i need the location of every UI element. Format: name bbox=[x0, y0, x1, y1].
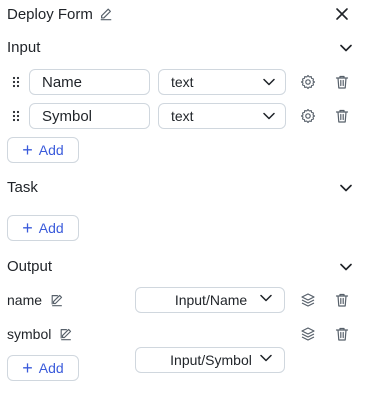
add-label: Add bbox=[38, 360, 64, 376]
input-collapse-chevron-down-icon[interactable] bbox=[338, 40, 354, 56]
settings-gear-icon[interactable] bbox=[299, 107, 317, 125]
form-title: Deploy Form bbox=[7, 5, 113, 23]
edit-icon[interactable] bbox=[50, 293, 64, 307]
form-title-text: Deploy Form bbox=[7, 5, 93, 23]
output-collapse-chevron-down-icon[interactable] bbox=[338, 259, 354, 275]
add-label: Add bbox=[38, 220, 64, 236]
edit-title-icon[interactable] bbox=[99, 7, 113, 21]
chevron-down-icon bbox=[260, 294, 272, 302]
input-name-field[interactable]: Name bbox=[29, 69, 150, 95]
output-label: symbol bbox=[7, 325, 73, 343]
trash-icon[interactable] bbox=[333, 325, 351, 343]
layers-icon[interactable] bbox=[299, 325, 317, 343]
input-type-value: text bbox=[171, 74, 194, 90]
trash-icon[interactable] bbox=[333, 291, 351, 309]
output-add-button[interactable]: + Add bbox=[7, 355, 79, 381]
output-source-select[interactable]: Input/Symbol bbox=[135, 347, 285, 373]
drag-handle-icon[interactable] bbox=[10, 74, 22, 90]
layers-icon[interactable] bbox=[299, 291, 317, 309]
output-label-text: name bbox=[7, 292, 43, 308]
output-section-title: Output bbox=[7, 258, 53, 275]
output-label: name bbox=[7, 291, 64, 309]
chevron-down-icon bbox=[260, 354, 272, 362]
input-type-value: text bbox=[171, 108, 194, 124]
input-type-select[interactable]: text bbox=[158, 69, 286, 95]
chevron-down-icon bbox=[263, 112, 275, 120]
edit-icon[interactable] bbox=[59, 327, 73, 341]
input-type-select[interactable]: text bbox=[158, 103, 286, 129]
task-collapse-chevron-down-icon[interactable] bbox=[338, 180, 354, 196]
output-source-value: Input/Name bbox=[174, 292, 248, 308]
input-name-value: Symbol bbox=[42, 107, 93, 125]
output-source-value: Input/Symbol bbox=[170, 352, 252, 368]
plus-icon: + bbox=[22, 218, 33, 238]
input-name-field[interactable]: Symbol bbox=[29, 103, 150, 129]
task-section-title: Task bbox=[7, 179, 38, 196]
plus-icon: + bbox=[22, 140, 33, 160]
close-icon[interactable] bbox=[334, 6, 350, 22]
input-section-title: Input bbox=[7, 39, 41, 56]
output-source-select[interactable]: Input/Name bbox=[135, 287, 285, 313]
task-add-button[interactable]: + Add bbox=[7, 215, 79, 241]
trash-icon[interactable] bbox=[333, 73, 351, 91]
settings-gear-icon[interactable] bbox=[299, 73, 317, 91]
input-add-button[interactable]: + Add bbox=[7, 137, 79, 163]
input-name-value: Name bbox=[42, 73, 83, 91]
chevron-down-icon bbox=[263, 78, 275, 86]
trash-icon[interactable] bbox=[333, 107, 351, 125]
output-label-text: symbol bbox=[7, 326, 52, 342]
drag-handle-icon[interactable] bbox=[10, 108, 22, 124]
plus-icon: + bbox=[22, 358, 33, 378]
add-label: Add bbox=[38, 142, 64, 158]
